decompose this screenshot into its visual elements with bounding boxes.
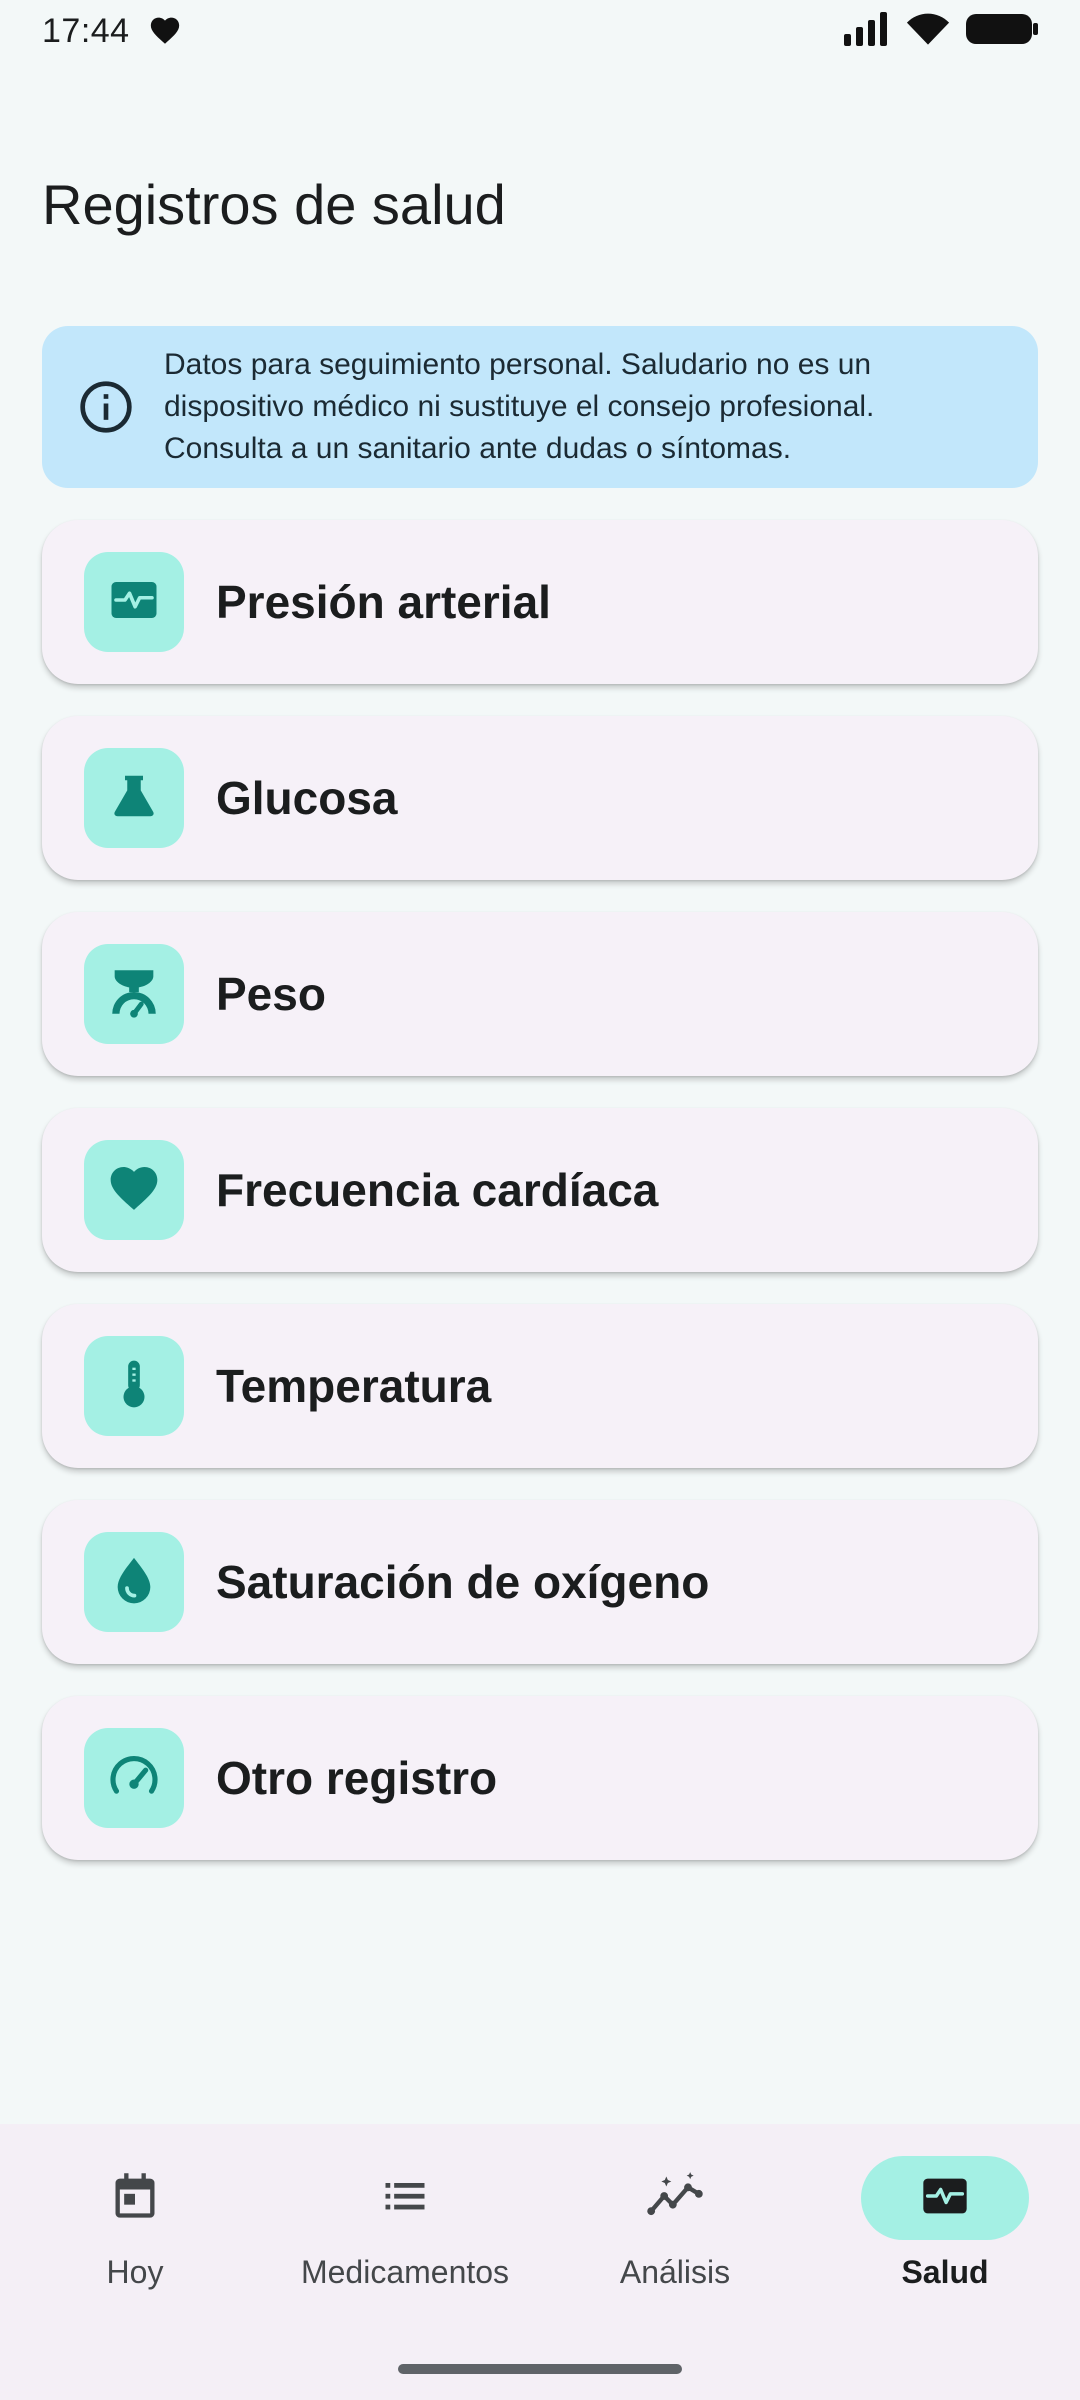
- status-time: 17:44: [42, 11, 130, 50]
- list-icon: [379, 2170, 431, 2227]
- screen: 17:44 Registros de salud Datos para segu…: [0, 0, 1080, 2400]
- water-drop-icon: [106, 1552, 162, 1613]
- record-card-weight[interactable]: Peso: [42, 912, 1038, 1076]
- nav-label: Hoy: [106, 2254, 164, 2290]
- monitor-heart-icon: [107, 573, 161, 632]
- signal-icon: [844, 11, 890, 51]
- record-label: Frecuencia cardíaca: [216, 1164, 659, 1216]
- record-label: Saturación de oxígeno: [216, 1556, 710, 1608]
- record-card-glucose[interactable]: Glucosa: [42, 716, 1038, 880]
- record-card-other[interactable]: Otro registro: [42, 1696, 1038, 1860]
- flask-icon: [107, 769, 161, 828]
- analytics-icon: [645, 2170, 705, 2227]
- monitor-heart-icon: [917, 2170, 973, 2227]
- info-banner: Datos para seguimiento personal. Saludar…: [42, 326, 1038, 488]
- record-label: Glucosa: [216, 772, 398, 824]
- record-card-blood-pressure[interactable]: Presión arterial: [42, 520, 1038, 684]
- info-text: Datos para seguimiento personal. Saludar…: [164, 348, 875, 465]
- scale-icon: [105, 963, 163, 1026]
- nav-item-salud[interactable]: Salud: [810, 2156, 1080, 2400]
- records-list: Presión arterial Glucosa Peso Frecuencia…: [42, 520, 1038, 1892]
- thermometer-icon: [106, 1356, 162, 1417]
- nav-active-indicator: [861, 2156, 1029, 2240]
- status-bar: 17:44: [0, 0, 1080, 62]
- wifi-icon: [906, 12, 950, 51]
- nav-label: Salud: [901, 2254, 989, 2290]
- nav-item-hoy[interactable]: Hoy: [0, 2156, 270, 2400]
- record-card-oxygen[interactable]: Saturación de oxígeno: [42, 1500, 1038, 1664]
- nav-label: Medicamentos: [300, 2254, 510, 2290]
- page-title: Registros de salud: [42, 173, 506, 236]
- record-label: Temperatura: [216, 1360, 492, 1412]
- record-label: Presión arterial: [216, 576, 551, 628]
- home-indicator[interactable]: [398, 2364, 682, 2374]
- info-icon: [78, 379, 134, 435]
- heart-notification-icon: [148, 13, 182, 50]
- heart-icon: [106, 1160, 162, 1221]
- record-label: Otro registro: [216, 1752, 498, 1804]
- record-card-temperature[interactable]: Temperatura: [42, 1304, 1038, 1468]
- record-label: Peso: [216, 968, 326, 1020]
- speed-gauge-icon: [106, 1748, 162, 1809]
- nav-label: Análisis: [619, 2254, 731, 2290]
- battery-icon: [966, 12, 1038, 51]
- calendar-icon: [109, 2168, 161, 2229]
- record-card-heart-rate[interactable]: Frecuencia cardíaca: [42, 1108, 1038, 1272]
- bottom-navigation: Hoy Medicamentos Análisis Salud: [0, 2124, 1080, 2400]
